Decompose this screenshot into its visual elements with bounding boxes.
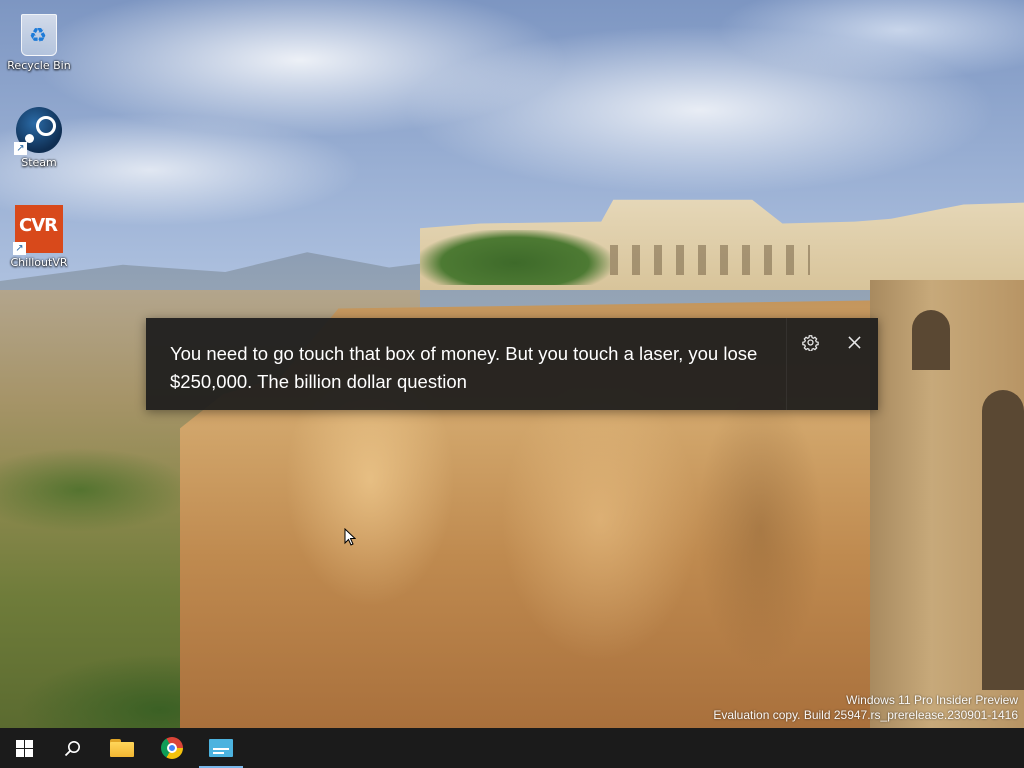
close-icon	[847, 335, 861, 349]
watermark-build: Evaluation copy. Build 25947.rs_prerelea…	[713, 708, 1018, 722]
taskbar-file-explorer[interactable]	[98, 728, 146, 768]
search-button[interactable]	[48, 728, 96, 768]
shortcut-arrow-icon: ↗	[14, 142, 27, 155]
taskbar-live-captions[interactable]	[197, 728, 245, 768]
wallpaper-bridge	[870, 280, 1024, 728]
chilloutvr-icon: CVR ↗	[13, 205, 63, 255]
desktop-icon-label: Steam	[21, 156, 57, 169]
desktop-icon-recycle-bin[interactable]: ♻ Recycle Bin	[1, 8, 77, 72]
live-captions-window[interactable]: You need to go touch that box of money. …	[146, 318, 878, 410]
desktop-icon-label: ChilloutVR	[10, 256, 68, 269]
desktop-icon-label: Recycle Bin	[7, 59, 71, 72]
desktop-icon-chilloutvr[interactable]: CVR ↗ ChilloutVR	[1, 205, 77, 269]
live-captions-icon	[209, 739, 233, 757]
start-button[interactable]	[0, 728, 48, 768]
gear-icon	[801, 334, 819, 351]
watermark-edition: Windows 11 Pro Insider Preview	[846, 693, 1018, 707]
caption-close-button[interactable]	[836, 328, 872, 356]
caption-settings-button[interactable]	[792, 328, 828, 356]
chrome-icon	[161, 737, 183, 759]
windows-watermark: Windows 11 Pro Insider Preview Evaluatio…	[713, 693, 1018, 723]
search-icon	[64, 740, 80, 756]
wallpaper-town-windows	[610, 245, 810, 275]
caption-text: You need to go touch that box of money. …	[170, 343, 758, 392]
desktop-icon-steam[interactable]: ↗ Steam	[1, 107, 77, 169]
shortcut-arrow-icon: ↗	[13, 242, 26, 255]
caption-divider	[786, 318, 787, 410]
wallpaper-trees	[420, 230, 610, 285]
recycle-bin-icon: ♻	[21, 14, 57, 56]
mouse-cursor-icon	[344, 528, 356, 546]
taskbar	[0, 728, 1024, 768]
windows-logo-icon	[15, 739, 33, 757]
steam-icon: ↗	[14, 107, 62, 155]
taskbar-chrome[interactable]	[148, 728, 196, 768]
folder-icon	[110, 739, 134, 757]
